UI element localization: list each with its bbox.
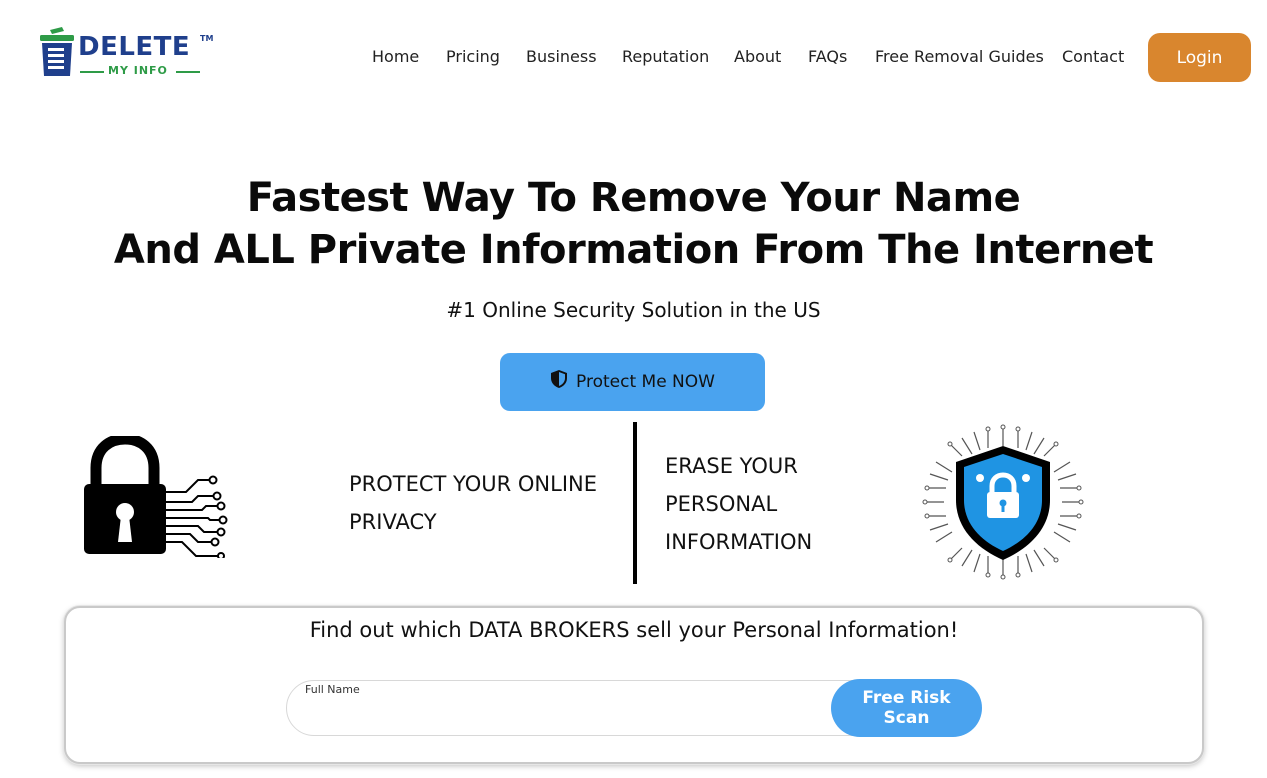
shield-lock-circuit-icon [922,424,1084,580]
full-name-label: Full Name [305,683,360,696]
tagline-rule-left [80,71,104,73]
nav-free-removal-guides[interactable]: Free Removal Guides [875,46,1044,68]
login-button[interactable]: Login [1148,33,1251,82]
scan-title: Find out which DATA BROKERS sell your Pe… [309,618,959,642]
full-name-field[interactable]: Full Name [286,680,888,736]
hero-subtitle: #1 Online Security Solution in the US [446,298,821,322]
brand-tagline-row: MY INFO [80,64,202,78]
shield-icon [551,370,568,388]
hero-title-line2: And ALL Private Information From The Int… [113,227,1154,273]
tagline-rule-right [176,71,200,73]
nav-about[interactable]: About [734,46,781,68]
free-risk-scan-button[interactable]: Free Risk Scan [831,679,982,737]
hero-title: Fastest Way To Remove Your Name And ALL … [0,172,1267,276]
nav-faqs[interactable]: FAQs [808,46,847,68]
nav-contact[interactable]: Contact [1062,46,1124,68]
nav-business[interactable]: Business [526,46,597,68]
feature-erase-info: ERASE YOUR PERSONAL INFORMATION [665,454,813,554]
feature-divider [633,422,637,584]
trash-can-icon [40,27,74,76]
protect-me-now-button[interactable]: Protect Me NOW [500,353,765,411]
nav-home[interactable]: Home [372,46,419,68]
brand-logo[interactable]: DELETE TM MY INFO [38,26,218,82]
nav-pricing[interactable]: Pricing [446,46,500,68]
brand-tagline: MY INFO [108,64,168,77]
full-name-input[interactable] [305,701,829,731]
nav-reputation[interactable]: Reputation [622,46,709,68]
brand-name: DELETE [78,32,191,62]
feature-protect-privacy: PROTECT YOUR ONLINE PRIVACY [349,472,598,534]
brand-trademark: TM [200,34,214,43]
risk-scan-card: Find out which DATA BROKERS sell your Pe… [64,606,1204,764]
protect-me-now-label: Protect Me NOW [576,372,715,392]
padlock-circuit-icon [84,436,228,558]
hero-title-line1: Fastest Way To Remove Your Name [246,175,1021,221]
